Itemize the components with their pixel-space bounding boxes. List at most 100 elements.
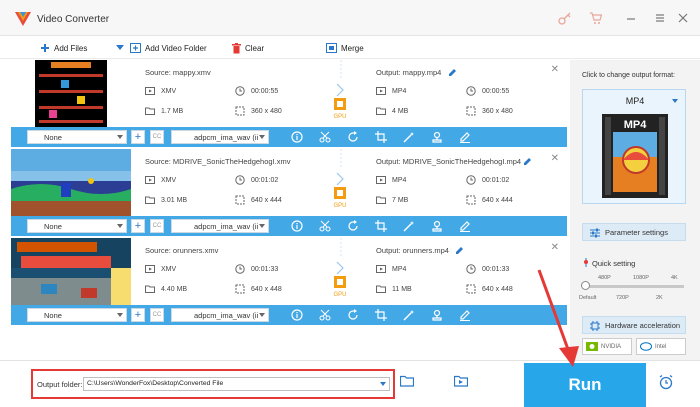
rotate-icon[interactable] [347,309,359,321]
clear-button[interactable]: Clear [232,41,264,55]
effects-icon[interactable] [403,220,415,232]
source-resolution: 360 x 480 [235,106,282,116]
mp4-format-icon: MP4 [602,114,668,198]
watermark-icon[interactable] [431,309,443,321]
trim-icon[interactable] [319,131,331,143]
info-icon[interactable] [291,220,303,232]
crop-icon[interactable] [375,220,387,232]
edit-name-icon[interactable] [455,246,464,255]
add-subtitle-button[interactable]: + [131,130,145,144]
source-duration: 00:01:02 [235,175,278,185]
edit-name-icon[interactable] [448,68,457,77]
output-resolution: 640 x 444 [466,195,513,205]
output-folder-field[interactable]: C:\Users\WonderFox\Desktop\Converted Fil… [83,377,390,391]
source-filename: Source: mappy.xmv [145,68,211,77]
audio-track-select[interactable]: adpcm_ima_wav (ii [171,308,269,322]
hardware-acceleration-button[interactable]: Hardware acceleration [582,316,686,334]
audio-track-select[interactable]: adpcm_ima_wav (ii [171,219,269,233]
subtitle-select[interactable]: None [27,130,127,144]
key-icon[interactable] [558,11,572,25]
watermark-icon[interactable] [431,220,443,232]
alarm-clock-icon[interactable] [658,374,674,390]
crop-icon[interactable] [375,309,387,321]
plus-icon [41,44,49,52]
gpu-icon: GPU [333,276,347,298]
remove-item-icon[interactable]: ✕ [551,242,559,253]
item-options-bar: None + CC adpcm_ima_wav (ii [11,216,567,236]
svg-text:GPU: GPU [333,203,346,209]
source-duration: 00:00:55 [235,86,278,96]
edit-icon[interactable] [459,131,471,143]
close-window-icon[interactable] [676,11,690,25]
file-item[interactable]: Source: orunners.xmv XMV 00:01:33 4.40 M… [11,238,567,327]
minimize-icon[interactable] [624,11,638,25]
run-button[interactable]: Run [524,363,646,407]
add-subtitle-button[interactable]: + [131,308,145,322]
resolution-icon [235,284,245,294]
source-duration: 00:01:33 [235,264,278,274]
source-filename: Source: MDRIVE_SonicTheHedgehogI.xmv [145,157,291,166]
source-size: 4.40 MB [145,284,187,294]
file-item[interactable]: Source: MDRIVE_SonicTheHedgehogI.xmv XMV… [11,149,567,238]
nvidia-toggle[interactable]: NVIDIA [582,338,632,355]
intel-toggle[interactable]: Intel [636,338,686,355]
quick-setting-icon [584,258,588,267]
clock-icon [235,175,245,185]
remove-item-icon[interactable]: ✕ [551,64,559,75]
edit-name-icon[interactable] [523,157,532,166]
add-subtitle-button[interactable]: + [131,219,145,233]
output-format: MP4 [376,264,406,274]
cc-button[interactable]: CC [150,130,164,144]
output-format-hint: Click to change output format: [582,72,675,79]
quality-slider-handle[interactable] [581,281,590,290]
output-folder-section: Output folder: C:\Users\WonderFox\Deskto… [31,369,395,399]
item-options-bar: None + CC adpcm_ima_wav (ii [11,305,567,325]
effects-icon[interactable] [403,309,415,321]
parameter-settings-button[interactable]: Parameter settings [582,223,686,241]
edit-icon[interactable] [459,309,471,321]
video-format-icon [145,87,155,95]
quality-slider-track[interactable] [584,285,684,288]
info-icon[interactable] [291,309,303,321]
resolution-icon [235,106,245,116]
rotate-icon[interactable] [347,131,359,143]
output-settings-panel: Click to change output format: MP4 MP4 P… [570,60,700,360]
open-output-folder-icon[interactable] [454,375,468,387]
resolution-icon [235,195,245,205]
chevron-down-icon[interactable] [380,382,386,386]
remove-item-icon[interactable]: ✕ [551,153,559,164]
subtitle-select[interactable]: None [27,219,127,233]
source-filename: Source: orunners.xmv [145,246,219,255]
sliders-icon [590,228,600,238]
merge-button[interactable]: Merge [326,41,364,55]
output-size: 7 MB [376,195,408,205]
crop-icon[interactable] [375,131,387,143]
output-duration: 00:01:02 [466,175,509,185]
info-icon[interactable] [291,131,303,143]
folder-icon [376,285,386,293]
file-item[interactable]: Source: mappy.xmv XMV 00:00:55 1.7 MB 36… [11,60,567,149]
cart-icon[interactable] [589,11,603,25]
trim-icon[interactable] [319,309,331,321]
audio-track-select[interactable]: adpcm_ima_wav (ii [171,130,269,144]
add-video-folder-button[interactable]: Add Video Folder [130,41,207,55]
cc-button[interactable]: CC [150,219,164,233]
edit-icon[interactable] [459,220,471,232]
folder-icon [145,285,155,293]
browse-folder-icon[interactable] [400,375,414,387]
effects-icon[interactable] [403,131,415,143]
video-format-icon [376,87,386,95]
output-format-selector[interactable]: MP4 MP4 [582,89,686,204]
output-resolution: 640 x 448 [466,284,513,294]
trim-icon[interactable] [319,220,331,232]
add-files-dropdown[interactable] [116,41,124,55]
add-files-button[interactable]: Add Files [40,41,87,55]
rotate-icon[interactable] [347,220,359,232]
output-filename: Output: MDRIVE_SonicTheHedgehogI.mp4 [376,157,522,166]
resolution-icon [466,195,476,205]
watermark-icon[interactable] [431,131,443,143]
cc-button[interactable]: CC [150,308,164,322]
subtitle-select[interactable]: None [27,308,127,322]
menu-icon[interactable] [653,11,667,25]
clock-icon [466,86,476,96]
